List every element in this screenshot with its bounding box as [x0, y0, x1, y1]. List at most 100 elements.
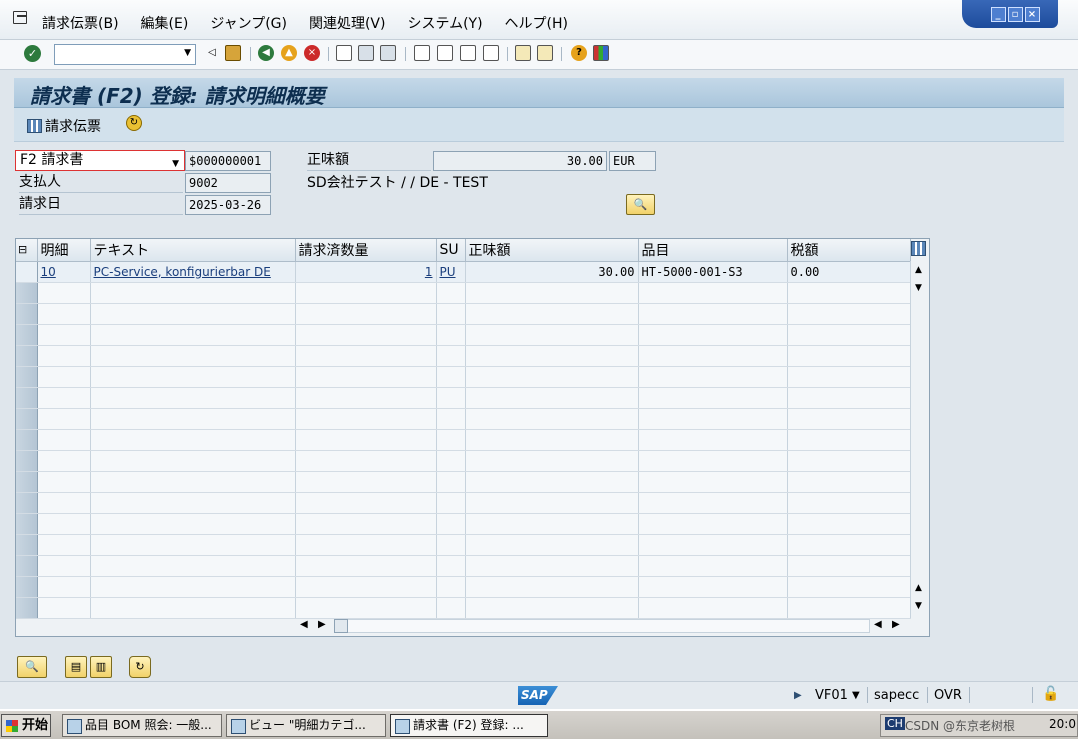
empty-cell[interactable] [295, 555, 437, 577]
empty-cell[interactable] [90, 513, 296, 535]
empty-cell[interactable] [638, 282, 788, 304]
column-header-tax-amount[interactable]: 税額 [787, 239, 911, 262]
column-header-material[interactable]: 品目 [638, 239, 788, 262]
empty-table-row[interactable] [16, 324, 911, 346]
empty-cell[interactable] [90, 471, 296, 493]
empty-cell[interactable] [436, 429, 466, 451]
horizontal-scroll-thumb[interactable] [334, 619, 348, 633]
print-icon[interactable] [336, 45, 352, 61]
empty-cell[interactable] [37, 471, 91, 493]
horizontal-scroll-track[interactable] [334, 619, 870, 633]
empty-cell[interactable] [787, 471, 911, 493]
empty-cell[interactable] [465, 513, 639, 535]
empty-cell[interactable] [465, 492, 639, 514]
row-selector[interactable] [16, 261, 38, 283]
empty-cell[interactable] [436, 408, 466, 430]
row-selector[interactable] [16, 429, 38, 451]
empty-cell[interactable] [638, 471, 788, 493]
empty-cell[interactable] [787, 513, 911, 535]
billed-quantity-link[interactable]: 1 [425, 265, 433, 279]
empty-cell[interactable] [436, 366, 466, 388]
deselect-all-button[interactable]: ▥ [90, 656, 112, 678]
create-shortcut-icon[interactable] [537, 45, 553, 61]
empty-cell[interactable] [787, 555, 911, 577]
exit-icon[interactable]: ▲ [281, 45, 297, 61]
empty-cell[interactable] [436, 450, 466, 472]
empty-cell[interactable] [638, 387, 788, 409]
menu-goto[interactable]: ジャンプ(G) [210, 13, 287, 33]
table-row[interactable]: 10 PC-Service, konfigurierbar DE 1 PU 30… [16, 261, 911, 283]
empty-cell[interactable] [787, 324, 911, 346]
empty-table-row[interactable] [16, 366, 911, 388]
scroll-page-down-icon[interactable]: ▼ [915, 601, 922, 611]
row-selector[interactable] [16, 303, 38, 325]
empty-cell[interactable] [436, 513, 466, 535]
empty-cell[interactable] [90, 492, 296, 514]
scroll-right-icon[interactable]: ▶ [318, 619, 326, 630]
empty-cell[interactable] [787, 387, 911, 409]
task-item-category-view[interactable]: ビュー "明細カテゴ... [226, 714, 386, 737]
empty-table-row[interactable] [16, 597, 911, 619]
menu-edit[interactable]: 編集(E) [141, 13, 189, 33]
empty-cell[interactable] [436, 534, 466, 556]
column-header-net-value[interactable]: 正味額 [465, 239, 639, 262]
empty-cell[interactable] [90, 282, 296, 304]
empty-table-row[interactable] [16, 471, 911, 493]
row-selector[interactable] [16, 576, 38, 598]
empty-cell[interactable] [465, 387, 639, 409]
empty-cell[interactable] [787, 408, 911, 430]
row-selector[interactable] [16, 492, 38, 514]
back-icon[interactable]: ◀ [258, 45, 274, 61]
column-header-sales-unit[interactable]: SU [436, 239, 466, 262]
empty-table-row[interactable] [16, 534, 911, 556]
column-header-billed-quantity[interactable]: 請求済数量 [295, 239, 437, 262]
row-selector[interactable] [16, 408, 38, 430]
row-selector[interactable] [16, 345, 38, 367]
empty-cell[interactable] [37, 534, 91, 556]
cancel-icon[interactable]: × [304, 45, 320, 61]
menu-help[interactable]: ヘルプ(H) [505, 13, 568, 33]
empty-cell[interactable] [295, 471, 437, 493]
empty-cell[interactable] [436, 576, 466, 598]
empty-cell[interactable] [638, 303, 788, 325]
empty-cell[interactable] [90, 303, 296, 325]
empty-cell[interactable] [465, 555, 639, 577]
vertical-scrollbar[interactable]: ▲ ▼ ▲ ▼ [910, 261, 929, 615]
empty-table-row[interactable] [16, 282, 911, 304]
command-history-icon[interactable]: ◁ [204, 45, 220, 61]
empty-table-row[interactable] [16, 555, 911, 577]
empty-cell[interactable] [638, 576, 788, 598]
empty-cell[interactable] [787, 429, 911, 451]
empty-cell[interactable] [37, 408, 91, 430]
scroll-end-left-icon[interactable]: ◀ [874, 619, 882, 630]
row-selector[interactable] [16, 387, 38, 409]
empty-cell[interactable] [295, 534, 437, 556]
empty-cell[interactable] [90, 345, 296, 367]
empty-table-row[interactable] [16, 345, 911, 367]
empty-cell[interactable] [436, 492, 466, 514]
close-icon[interactable]: × [1024, 6, 1040, 22]
empty-cell[interactable] [90, 576, 296, 598]
empty-table-row[interactable] [16, 576, 911, 598]
empty-cell[interactable] [295, 450, 437, 472]
empty-cell[interactable] [37, 429, 91, 451]
system-info-dropdown-icon[interactable]: ▼ [852, 690, 860, 701]
task-invoice-create[interactable]: 請求書 (F2) 登録: ... [390, 714, 548, 737]
empty-cell[interactable] [295, 387, 437, 409]
item-number-link[interactable]: 10 [41, 265, 56, 279]
empty-cell[interactable] [90, 555, 296, 577]
empty-cell[interactable] [787, 366, 911, 388]
empty-cell[interactable] [37, 597, 91, 619]
enter-check-icon[interactable]: ✓ [24, 45, 41, 62]
row-selector[interactable] [16, 324, 38, 346]
empty-cell[interactable] [295, 429, 437, 451]
empty-cell[interactable] [638, 450, 788, 472]
next-page-icon[interactable] [460, 45, 476, 61]
empty-table-row[interactable] [16, 513, 911, 535]
help-icon[interactable]: ? [571, 45, 587, 61]
row-selector[interactable] [16, 282, 38, 304]
empty-cell[interactable] [90, 534, 296, 556]
empty-cell[interactable] [90, 324, 296, 346]
empty-cell[interactable] [465, 303, 639, 325]
empty-cell[interactable] [436, 387, 466, 409]
